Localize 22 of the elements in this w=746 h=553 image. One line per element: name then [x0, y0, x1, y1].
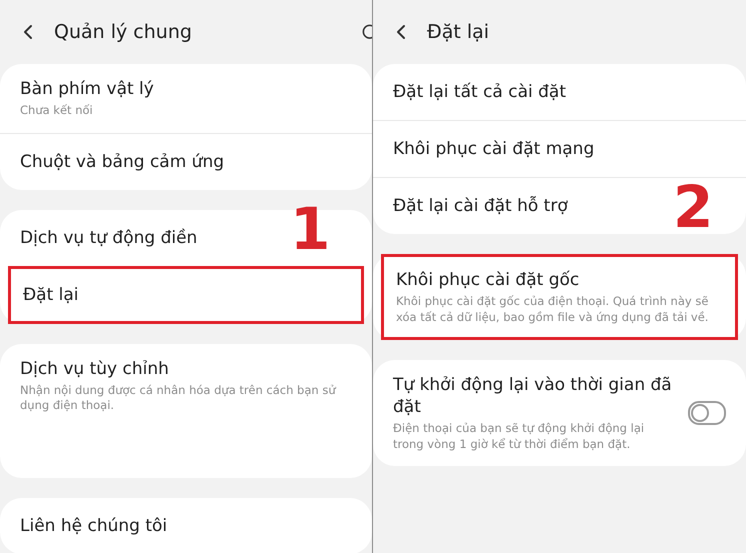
- setting-label: Khôi phục cài đặt mạng: [393, 138, 594, 160]
- highlighted-setting-item[interactable]: Đặt lại: [8, 266, 364, 324]
- setting-description: Chưa kết nối: [20, 103, 93, 119]
- setting-label: Dịch vụ tự động điền: [20, 226, 198, 249]
- setting-label: Khôi phục cài đặt gốc: [396, 269, 580, 292]
- toggle-switch[interactable]: [688, 401, 726, 426]
- setting-description: Khôi phục cài đặt gốc của điện thoại. Quá trình này sẽ xóa tất cả dữ liệu, bao gồm file và ứng dụng đã tải về.: [396, 294, 710, 326]
- setting-label: Đặt lại cài đặt hỗ trợ: [393, 194, 568, 218]
- step-number: 2: [673, 178, 714, 236]
- setting-label: Đặt lại tất cả cài đặt: [393, 80, 566, 104]
- setting-label: Dịch vụ tùy chỉnh: [20, 358, 169, 380]
- step-number: 1: [290, 200, 330, 258]
- setting-description: Điện thoại của bạn sẽ tự động khởi động lại trong vòng 1 giờ kể từ thời điểm bạn đặt.: [393, 421, 646, 452]
- setting-description: Nhận nội dung được cá nhân hóa dựa trên cách bạn sử dụng điện thoại.: [20, 382, 338, 414]
- setting-label: Chuột và bảng cảm ứng: [20, 150, 224, 173]
- setting-label: Liên hệ chúng tôi: [20, 514, 168, 537]
- setting-label: Tự khởi động lại vào thời gian đã đặt: [393, 374, 673, 418]
- highlighted-setting-item[interactable]: Khôi phục cài đặt gốc Khôi phục cài đặt gốc của điện thoại. Quá trình này sẽ xóa tất cả dữ liệu, bao gồm file và ứng dụng đã tải về.: [381, 254, 738, 340]
- screen-title: Quản lý chung: [54, 21, 193, 43]
- setting-label: Bàn phím vật lý: [20, 78, 154, 100]
- setting-label: Đặt lại: [23, 284, 79, 306]
- screen-title: Đặt lại: [427, 21, 490, 43]
